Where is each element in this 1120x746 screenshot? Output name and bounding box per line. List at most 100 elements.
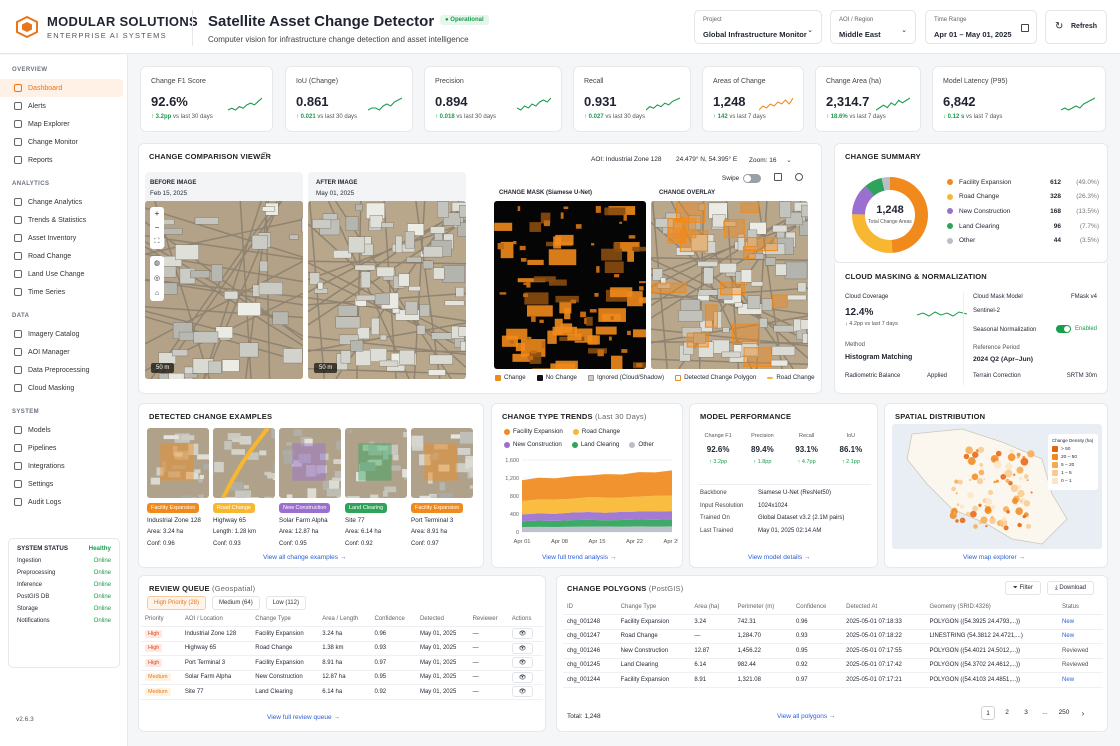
sidebar-item-alerts[interactable]: Alerts: [0, 97, 127, 115]
aoi-select[interactable]: AOI / Region Middle East ⌄: [830, 10, 916, 44]
queue-tab-high-priority-28[interactable]: High Priority (28): [147, 596, 207, 610]
summary-row-land-clearing[interactable]: Land Clearing 96 (7.7%): [947, 219, 1099, 234]
seasonal-toggle[interactable]: Enabled: [1055, 325, 1097, 333]
sidebar-item-data-preprocessing[interactable]: Data Preprocessing: [0, 361, 127, 379]
project-select[interactable]: Project Global Infrastructure Monitor ⌄: [694, 10, 822, 44]
density-point: [1030, 491, 1033, 494]
page-250[interactable]: 250: [1057, 706, 1071, 720]
sidebar-item-pipelines[interactable]: Pipelines: [0, 439, 127, 457]
queue-tab-low-112[interactable]: Low (112): [265, 596, 306, 610]
viewer-zoom[interactable]: Zoom: 16 ⌄: [749, 156, 792, 164]
queue-link[interactable]: View full review queue →: [267, 714, 340, 721]
status-name: PostGIS DB: [17, 594, 50, 600]
swipe-switch[interactable]: [743, 174, 762, 183]
spatial-map[interactable]: Change Density (ha) > 50 20 – 50 5 – 20 1 –…: [892, 424, 1102, 549]
home-icon[interactable]: ⌂: [155, 286, 159, 301]
swipe-toggle[interactable]: Swipe: [722, 174, 762, 183]
spatial-link[interactable]: View map explorer →: [963, 554, 1025, 561]
zoom-out-icon[interactable]: −: [155, 221, 160, 235]
status-row: Storage Online: [17, 606, 111, 612]
polygons-link[interactable]: View all polygons →: [777, 713, 835, 720]
project-label: Project: [703, 17, 722, 23]
view-icon[interactable]: 👁: [511, 686, 534, 698]
refresh-button[interactable]: ↻ Refresh: [1045, 10, 1107, 44]
kpi-delta-arrow: ↑: [151, 114, 154, 120]
sidebar-item-time-series[interactable]: Time Series: [0, 283, 127, 301]
table-row[interactable]: chg_001245 Land Clearing 6.14 982.44 0.92 202…: [563, 658, 1103, 673]
table-cell: chg_001244: [563, 672, 617, 688]
globe-icon[interactable]: ◍: [154, 256, 160, 271]
sidebar-item-aoi-manager[interactable]: AOI Manager: [0, 343, 127, 361]
table-row[interactable]: Medium Solar Farm Alpha New Construction 12…: [141, 670, 543, 685]
chevron-right-icon[interactable]: ›: [1076, 709, 1090, 718]
sidebar-item-settings[interactable]: Settings: [0, 475, 127, 493]
filter-button[interactable]: ⏷ Filter: [1005, 581, 1041, 595]
sidebar-item-asset-inventory[interactable]: Asset Inventory: [0, 229, 127, 247]
summary-row-facility-expansion[interactable]: Facility Expansion 612 (49.0%): [947, 175, 1099, 190]
before-image[interactable]: + − ⛶ ◍ ◎ ⌂ 50 m: [145, 201, 303, 379]
change-example[interactable]: Facility Expansion Industrial Zone 128 Are…: [147, 428, 209, 548]
sidebar-item-trends-statistics[interactable]: Trends & Statistics: [0, 211, 127, 229]
sidebar-item-map-explorer[interactable]: Map Explorer: [0, 115, 127, 133]
page-3[interactable]: 3: [1019, 706, 1033, 720]
sidebar-item-models[interactable]: Models: [0, 421, 127, 439]
summary-row-road-change[interactable]: Road Change 328 (26.3%): [947, 190, 1099, 205]
sidebar-item-land-use-change[interactable]: Land Use Change: [0, 265, 127, 283]
queue-tab-medium-64[interactable]: Medium (64): [212, 596, 260, 610]
table-row[interactable]: chg_001247 Road Change —1,284.70 0.93 2025-0…: [563, 629, 1103, 644]
change-example-thumbnail[interactable]: [213, 428, 275, 498]
sidebar-item-cloud-masking[interactable]: Cloud Masking: [0, 379, 127, 397]
page-1[interactable]: 1: [981, 706, 995, 720]
view-icon[interactable]: 👁: [511, 642, 534, 654]
change-example-thumbnail[interactable]: [279, 428, 341, 498]
zoom-in-icon[interactable]: +: [155, 207, 160, 221]
sidebar-item-imagery-catalog[interactable]: Imagery Catalog: [0, 325, 127, 343]
download-button[interactable]: ⤓ Download: [1047, 581, 1095, 595]
sidebar-item-audit-logs[interactable]: Audit Logs: [0, 493, 127, 511]
settings-icon[interactable]: [795, 173, 803, 181]
change-overlay-image[interactable]: [651, 201, 808, 369]
page-2[interactable]: 2: [1000, 706, 1014, 720]
summary-row-new-construction[interactable]: New Construction 168 (13.5%): [947, 204, 1099, 219]
sidebar-item-integrations[interactable]: Integrations: [0, 457, 127, 475]
table-row[interactable]: High Highway 65 Road Change 1.38 km 0.93 May …: [141, 641, 543, 656]
change-example[interactable]: New Construction Solar Farm Alpha Area: 12…: [279, 428, 341, 548]
table-row[interactable]: High Industrial Zone 128 Facility Expansio…: [141, 626, 543, 642]
fullscreen-icon[interactable]: ⛶: [155, 235, 160, 249]
sidebar-item-change-analytics[interactable]: Change Analytics: [0, 193, 127, 211]
seasonal-switch[interactable]: [1055, 325, 1071, 333]
change-example[interactable]: Road Change Highway 65 Length: 1.28 km Conf…: [213, 428, 275, 548]
locate-icon[interactable]: ◎: [154, 271, 160, 286]
change-example-thumbnail[interactable]: [411, 428, 473, 498]
view-icon[interactable]: 👁: [511, 657, 534, 669]
sidebar-item-change-monitor[interactable]: Change Monitor: [0, 133, 127, 151]
layers-icon[interactable]: [774, 173, 782, 181]
area-series-other[interactable]: [522, 526, 672, 532]
table-row[interactable]: chg_001248 Facility Expansion 3.24 742.31 0.…: [563, 614, 1103, 630]
sidebar-item-road-change[interactable]: Road Change: [0, 247, 127, 265]
view-icon[interactable]: 👁: [511, 671, 534, 683]
view-icon[interactable]: 👁: [511, 628, 534, 640]
time-range-select[interactable]: Time Range Apr 01 – May 01, 2025: [925, 10, 1037, 44]
after-image[interactable]: 50 m: [308, 201, 466, 379]
examples-link[interactable]: View all change examples →: [263, 554, 346, 561]
table-row[interactable]: Medium Site 77 Land Clearing 6.14 ha 0.92 May…: [141, 684, 543, 700]
model-metric-iou: IoU 86.1% ↑ 2.1pp: [829, 433, 873, 465]
sidebar-item-label: Imagery Catalog: [28, 330, 80, 338]
sidebar-section-overview: OVERVIEW: [12, 67, 48, 73]
page-[interactable]: ...: [1038, 706, 1052, 720]
kpi-value: 0.931: [584, 94, 617, 109]
change-mask-image[interactable]: [494, 201, 646, 369]
sidebar-item-dashboard[interactable]: Dashboard: [0, 79, 123, 97]
table-row[interactable]: High Port Terminal 3 Facility Expansion 8.9…: [141, 655, 543, 671]
trends-link[interactable]: View full trend analysis →: [542, 554, 616, 561]
change-example[interactable]: Facility Expansion Port Terminal 3 Area: 8…: [411, 428, 473, 548]
model-link[interactable]: View model details →: [748, 554, 810, 561]
table-row[interactable]: chg_001246 New Construction 12.87 1,456.22 0…: [563, 643, 1103, 659]
summary-row-other[interactable]: Other 44 (3.5%): [947, 233, 1099, 248]
change-example[interactable]: Land Clearing Site 77 Area: 6.14 ha Conf: 0…: [345, 428, 407, 548]
table-row[interactable]: chg_001244 Facility Expansion 8.91 1,321.08…: [563, 672, 1103, 688]
change-example-thumbnail[interactable]: [345, 428, 407, 498]
sidebar-item-reports[interactable]: Reports: [0, 151, 127, 169]
change-example-thumbnail[interactable]: [147, 428, 209, 498]
